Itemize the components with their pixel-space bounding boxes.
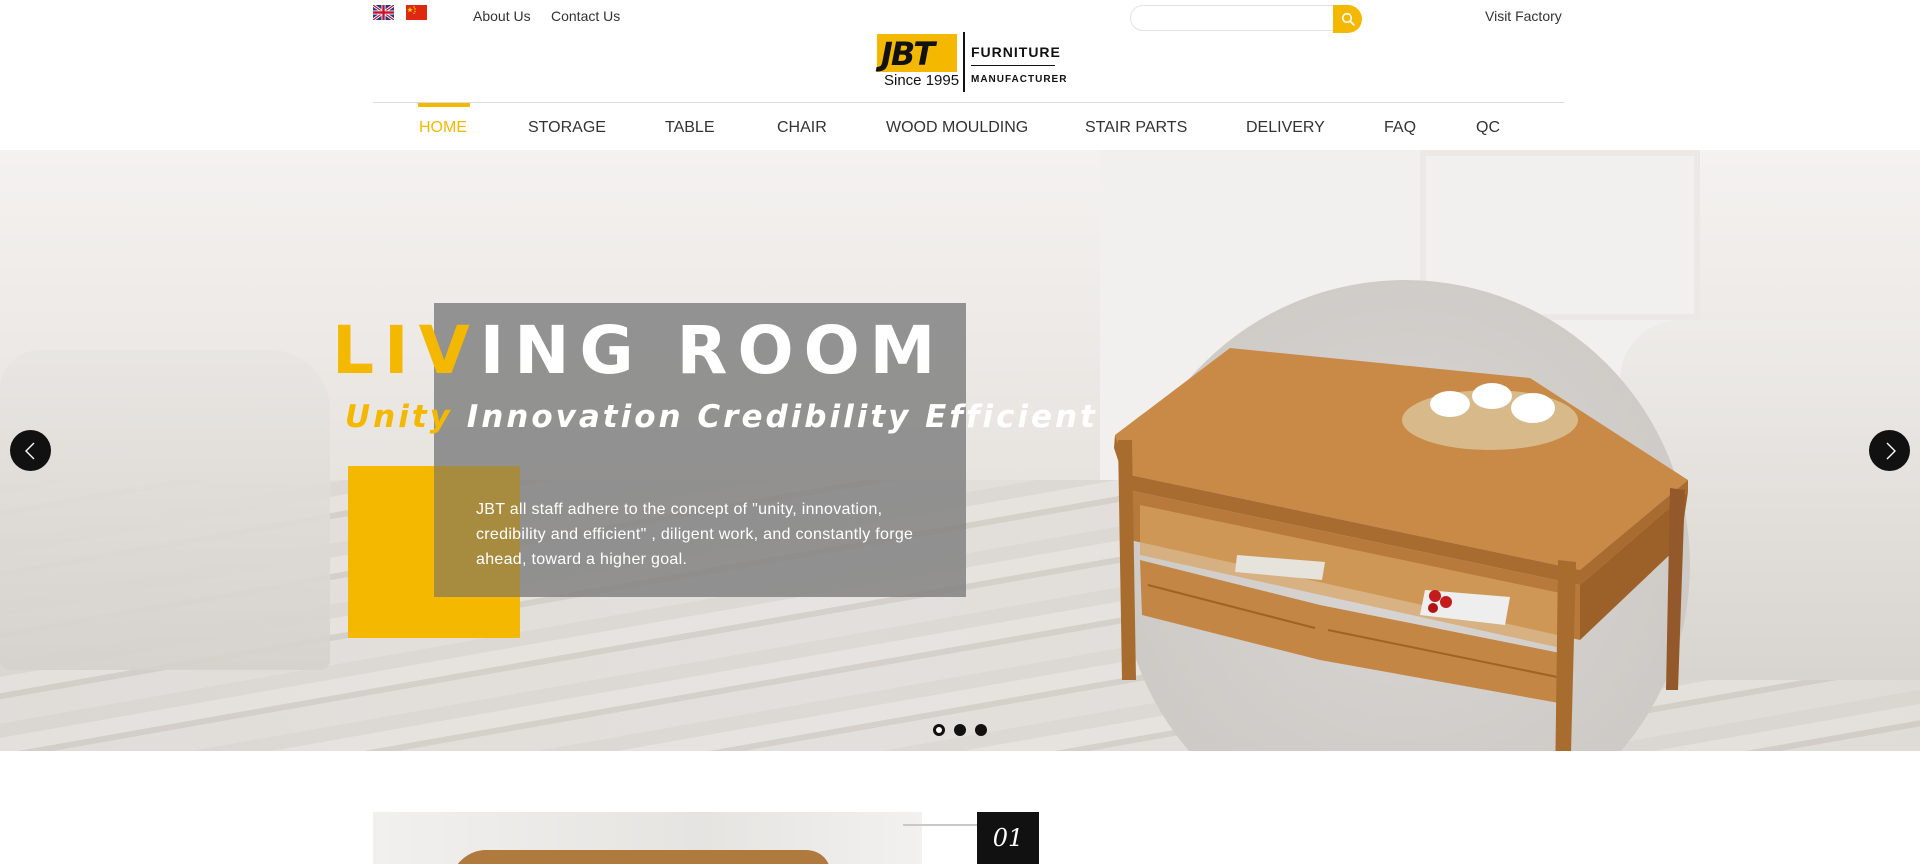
hero-subtitle-highlight: Unity: [345, 399, 453, 435]
logo-mark: JBT: [877, 34, 957, 73]
chevron-left-icon: [24, 442, 34, 459]
nav-item-chair[interactable]: CHAIR: [777, 119, 827, 137]
hero-title: LIVING ROOM: [332, 318, 945, 384]
coffee-table-image: [1114, 348, 1688, 751]
hero-subtitle-rest: Innovation Credibility Efficient: [452, 399, 1098, 435]
section-number: 01: [977, 812, 1039, 864]
logo-mark-text: JBT: [881, 35, 935, 73]
logo-furniture: FURNITURE: [971, 44, 1061, 60]
search-button[interactable]: [1333, 5, 1362, 33]
slider-pagination: [933, 724, 987, 736]
china-flag-icon[interactable]: [406, 5, 427, 20]
about-us-link[interactable]: About Us: [473, 8, 531, 24]
slider-dot[interactable]: [975, 724, 987, 736]
slider-next-button[interactable]: [1869, 430, 1910, 471]
search-icon: [1341, 12, 1355, 26]
hero-sofa-left: [0, 350, 330, 670]
hero-subtitle: Unity Innovation Credibility Efficient: [345, 399, 1098, 435]
search-input[interactable]: [1131, 6, 1334, 30]
main-nav: HOME STORAGE TABLE CHAIR WOOD MOULDING S…: [373, 103, 1564, 149]
hero-title-rest: ING ROOM: [479, 312, 946, 389]
logo-underline: [971, 65, 1055, 66]
hero-description: JBT all staff adhere to the concept of "…: [476, 501, 914, 568]
hero-slider: LIVING ROOM Unity Innovation Credibility…: [0, 150, 1920, 751]
section-table-shape: [450, 850, 836, 864]
section-product-image: [373, 812, 922, 864]
contact-us-link[interactable]: Contact Us: [551, 8, 620, 24]
logo-since: Since 1995: [884, 72, 960, 89]
nav-item-wood-moulding[interactable]: WOOD MOULDING: [886, 119, 1028, 137]
visit-factory-link[interactable]: Visit Factory: [1485, 8, 1562, 24]
uk-flag-icon[interactable]: [372, 3, 395, 22]
nav-item-storage[interactable]: STORAGE: [528, 119, 606, 137]
logo-manufacturer: MANUFACTURER: [971, 74, 1068, 85]
nav-item-delivery[interactable]: DELIVERY: [1246, 119, 1325, 137]
nav-item-home[interactable]: HOME: [418, 103, 470, 137]
slider-dot[interactable]: [933, 724, 945, 736]
nav-item-table[interactable]: TABLE: [665, 119, 715, 137]
logo-divider: [963, 32, 965, 92]
nav-item-stair-parts[interactable]: STAIR PARTS: [1085, 119, 1187, 137]
nav-item-qc[interactable]: QC: [1476, 119, 1500, 137]
slider-dot[interactable]: [954, 724, 966, 736]
search-box: [1130, 5, 1335, 31]
hero-title-highlight: LIV: [332, 312, 480, 389]
brand-logo[interactable]: JBT Since 1995 FURNITURE MANUFACTURER: [877, 32, 1066, 94]
nav-item-faq[interactable]: FAQ: [1384, 119, 1416, 137]
chevron-right-icon: [1886, 442, 1896, 459]
slider-prev-button[interactable]: [10, 430, 51, 471]
